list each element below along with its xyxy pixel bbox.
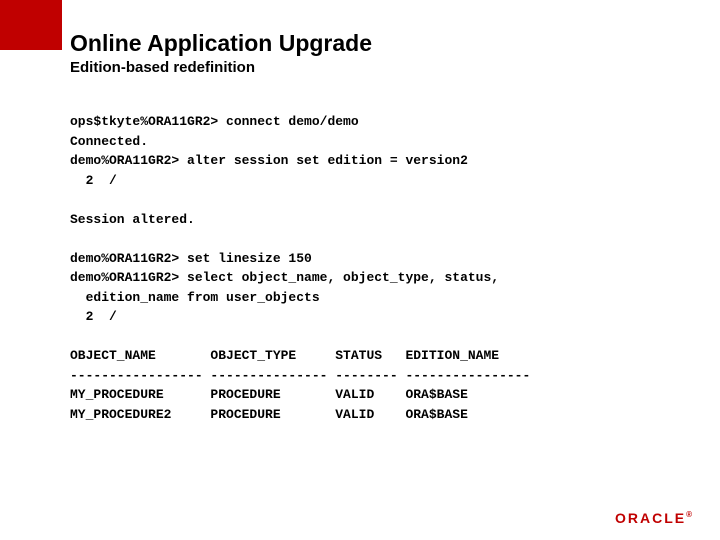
slide-content: Online Application Upgrade Edition-based… (0, 0, 720, 424)
registered-mark: ® (686, 510, 692, 519)
page-subtitle: Edition-based redefinition (70, 59, 650, 76)
terminal-output: ops$tkyte%ORA11GR2> connect demo/demo Co… (70, 112, 650, 424)
oracle-logo: ORACLE® (615, 510, 692, 526)
logo-text: ORACLE (615, 510, 686, 526)
brand-corner-block (0, 0, 62, 50)
page-title: Online Application Upgrade (70, 30, 650, 57)
